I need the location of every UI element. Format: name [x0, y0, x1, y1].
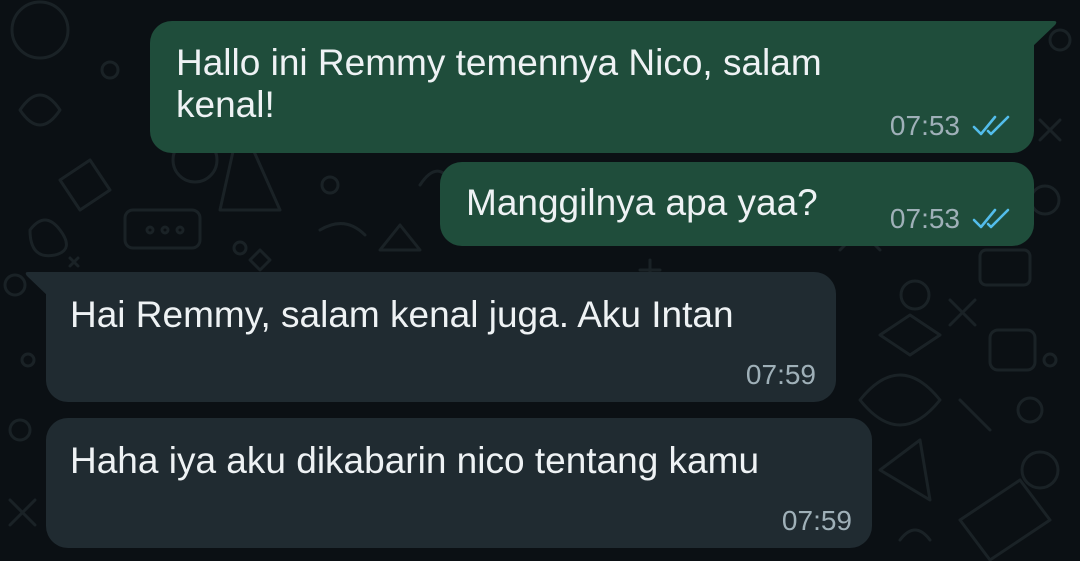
message-text: Hallo ini Remmy temennya Nico, salam [176, 42, 822, 83]
incoming-message-bubble[interactable]: Haha iya aku dikabarin nico tentang kamu… [46, 418, 872, 548]
message-text: Manggilnya apa yaa? [466, 182, 818, 223]
double-check-read-icon [972, 207, 1014, 231]
message-timestamp: 07:59 [745, 359, 816, 390]
message-timestamp: 07:53 [889, 203, 960, 234]
message-timestamp: 07:59 [781, 505, 852, 536]
outgoing-message-bubble[interactable]: Hallo ini Remmy temennya Nico, salam ken… [150, 21, 1034, 153]
message-text: kenal! [176, 84, 275, 125]
message-text: Haha iya aku dikabarin nico tentang kamu [70, 440, 760, 481]
incoming-message-bubble[interactable]: Hai Remmy, salam kenal juga. Aku Intan 0… [46, 272, 836, 402]
outgoing-message-bubble[interactable]: Manggilnya apa yaa? 07:53 [440, 162, 1034, 246]
double-check-read-icon [972, 114, 1014, 138]
message-text: Hai Remmy, salam kenal juga. Aku Intan [70, 294, 734, 335]
message-timestamp: 07:53 [889, 110, 960, 141]
